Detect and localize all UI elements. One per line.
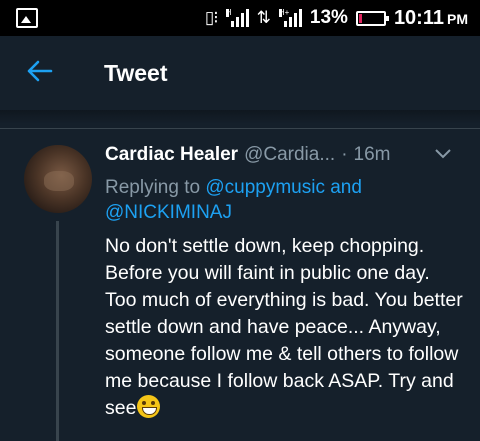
data-arrows-icon: ⇅ bbox=[256, 8, 271, 27]
author-handle[interactable]: @Cardia... bbox=[244, 144, 335, 166]
author-name[interactable]: Cardiac Healer bbox=[105, 144, 238, 166]
avatar[interactable] bbox=[24, 145, 92, 213]
clock: 10:11 PM bbox=[394, 7, 468, 30]
tweet-time[interactable]: 16m bbox=[354, 144, 391, 166]
clock-ampm: PM bbox=[447, 10, 468, 27]
reply-mention-link[interactable]: @NICKIMINAJ bbox=[105, 202, 232, 223]
reply-mention-link[interactable]: @cuppymusic and bbox=[205, 177, 362, 198]
signal-icon: H+ bbox=[278, 8, 302, 27]
tweet-text-content: No don't settle down, keep chopping. Bef… bbox=[105, 235, 463, 419]
replying-prefix: Replying to bbox=[105, 177, 201, 198]
battery-percent: 13% bbox=[309, 7, 348, 28]
thread-line bbox=[56, 221, 59, 441]
clock-time: 10:11 bbox=[393, 6, 444, 29]
battery-level-fill bbox=[358, 13, 363, 23]
vibrate-icon: ▯⁝ bbox=[204, 8, 219, 27]
separator-dot: · bbox=[341, 144, 348, 165]
tweet-menu-button[interactable] bbox=[435, 146, 465, 164]
gallery-icon bbox=[16, 8, 38, 28]
network-type-label: H bbox=[225, 8, 232, 17]
network-type-label: H+ bbox=[278, 8, 290, 17]
tweet-text: No don't settle down, keep chopping. Bef… bbox=[105, 233, 465, 422]
status-icons: ▯⁝ H ⇅ H+ 13% 10:11 PM bbox=[205, 7, 468, 30]
grinning-face-emoji-icon bbox=[137, 395, 161, 418]
page-title: Tweet bbox=[104, 59, 168, 86]
app-bar: Tweet bbox=[0, 36, 480, 110]
tweet-header: Cardiac Healer @Cardia... · 16m bbox=[105, 144, 465, 166]
app-bar-shadow bbox=[0, 110, 480, 124]
battery-icon bbox=[355, 10, 389, 26]
signal-icon: H bbox=[225, 8, 249, 27]
back-button[interactable] bbox=[0, 36, 80, 110]
arrow-left-icon bbox=[27, 56, 53, 90]
tweet[interactable]: Cardiac Healer @Cardia... · 16m Replying… bbox=[0, 129, 480, 441]
replying-to: Replying to @cuppymusic and @NICKIMINAJ bbox=[105, 175, 465, 225]
chevron-down-icon bbox=[435, 149, 451, 159]
tweet-content: Cardiac Healer @Cardia... · 16m Replying… bbox=[105, 144, 465, 422]
status-bar: ▯⁝ H ⇅ H+ 13% 10:11 PM bbox=[0, 0, 480, 36]
